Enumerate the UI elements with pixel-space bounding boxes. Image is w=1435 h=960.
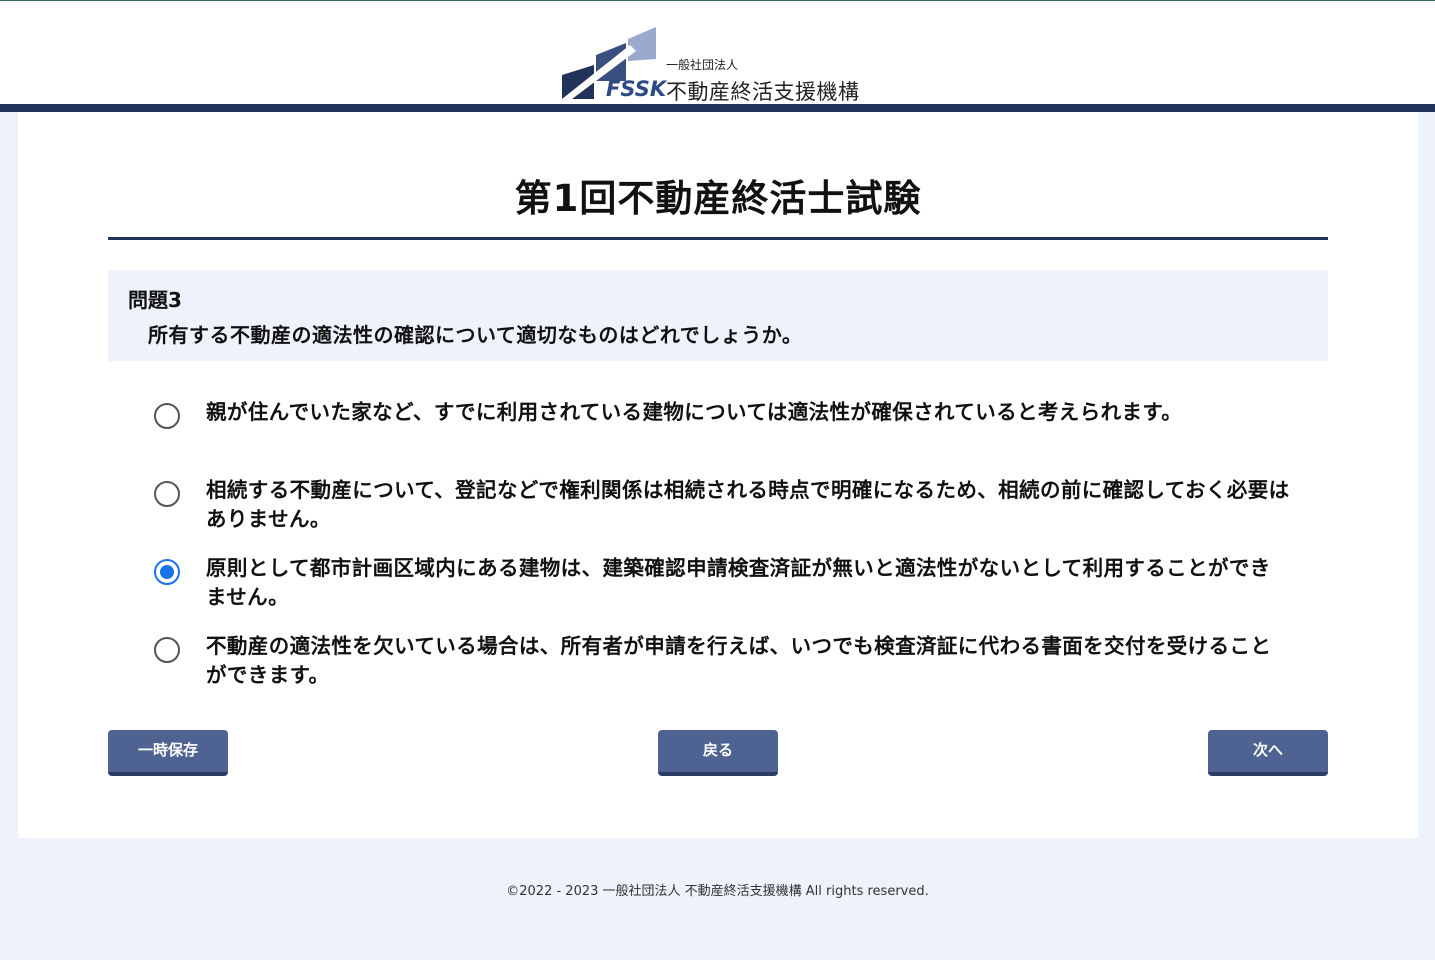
answer-option-label: 不動産の適法性を欠いている場合は、所有者が申請を行えば、いつでも検査済証に代わる… [206,634,1272,687]
answer-options: 親が住んでいた家など、すでに利用されている建物については適法性が確保されていると… [154,398,1304,710]
back-button[interactable]: 戻る [658,730,778,776]
answer-option-label: 親が住んでいた家など、すでに利用されている建物については適法性が確保されていると… [206,400,1183,424]
page-title: 第1回不動産終活士試験 [514,177,922,220]
answer-option-1[interactable]: 親が住んでいた家など、すでに利用されている建物については適法性が確保されていると… [154,398,1304,476]
radio-button-1[interactable] [154,403,180,429]
question-text: 所有する不動産の適法性の確認について適切なものはどれでしょうか。 [148,323,803,347]
footer-copyright: ©2022 - 2023 一般社団法人 不動産終活支援機構 All rights… [506,884,929,899]
radio-button-4[interactable] [154,637,180,663]
org-type: 一般社団法人 [666,58,739,72]
org-name: 不動産終活支援機構 [666,80,860,104]
radio-button-3[interactable] [154,559,180,585]
site-header: FSSK 一般社団法人 不動産終活支援機構 [0,0,1435,104]
next-button[interactable]: 次へ [1208,730,1328,776]
exam-card: 第1回不動産終活士試験 問題3 所有する不動産の適法性の確認について適切なものは… [18,112,1418,838]
radio-button-2[interactable] [154,481,180,507]
save-draft-button[interactable]: 一時保存 [108,730,228,776]
answer-option-label: 原則として都市計画区域内にある建物は、建築確認申請検査済証が無いと適法性がないと… [206,556,1271,609]
header-divider [0,104,1435,112]
answer-option-4[interactable]: 不動産の適法性を欠いている場合は、所有者が申請を行えば、いつでも検査済証に代わる… [154,632,1304,710]
answer-option-3[interactable]: 原則として都市計画区域内にある建物は、建築確認申請検査済証が無いと適法性がないと… [154,554,1304,632]
logo-abbr: FSSK [606,77,667,101]
answer-option-2[interactable]: 相続する不動産について、登記などで権利関係は相続される時点で明確になるため、相続… [154,476,1304,554]
site-logo[interactable]: FSSK 一般社団法人 不動産終活支援機構 [560,25,890,104]
question-number: 問題3 [128,288,182,312]
answer-option-label: 相続する不動産について、登記などで権利関係は相続される時点で明確になるため、相続… [206,478,1290,531]
title-divider [108,237,1328,240]
question-box: 問題3 所有する不動産の適法性の確認について適切なものはどれでしょうか。 [108,270,1328,361]
